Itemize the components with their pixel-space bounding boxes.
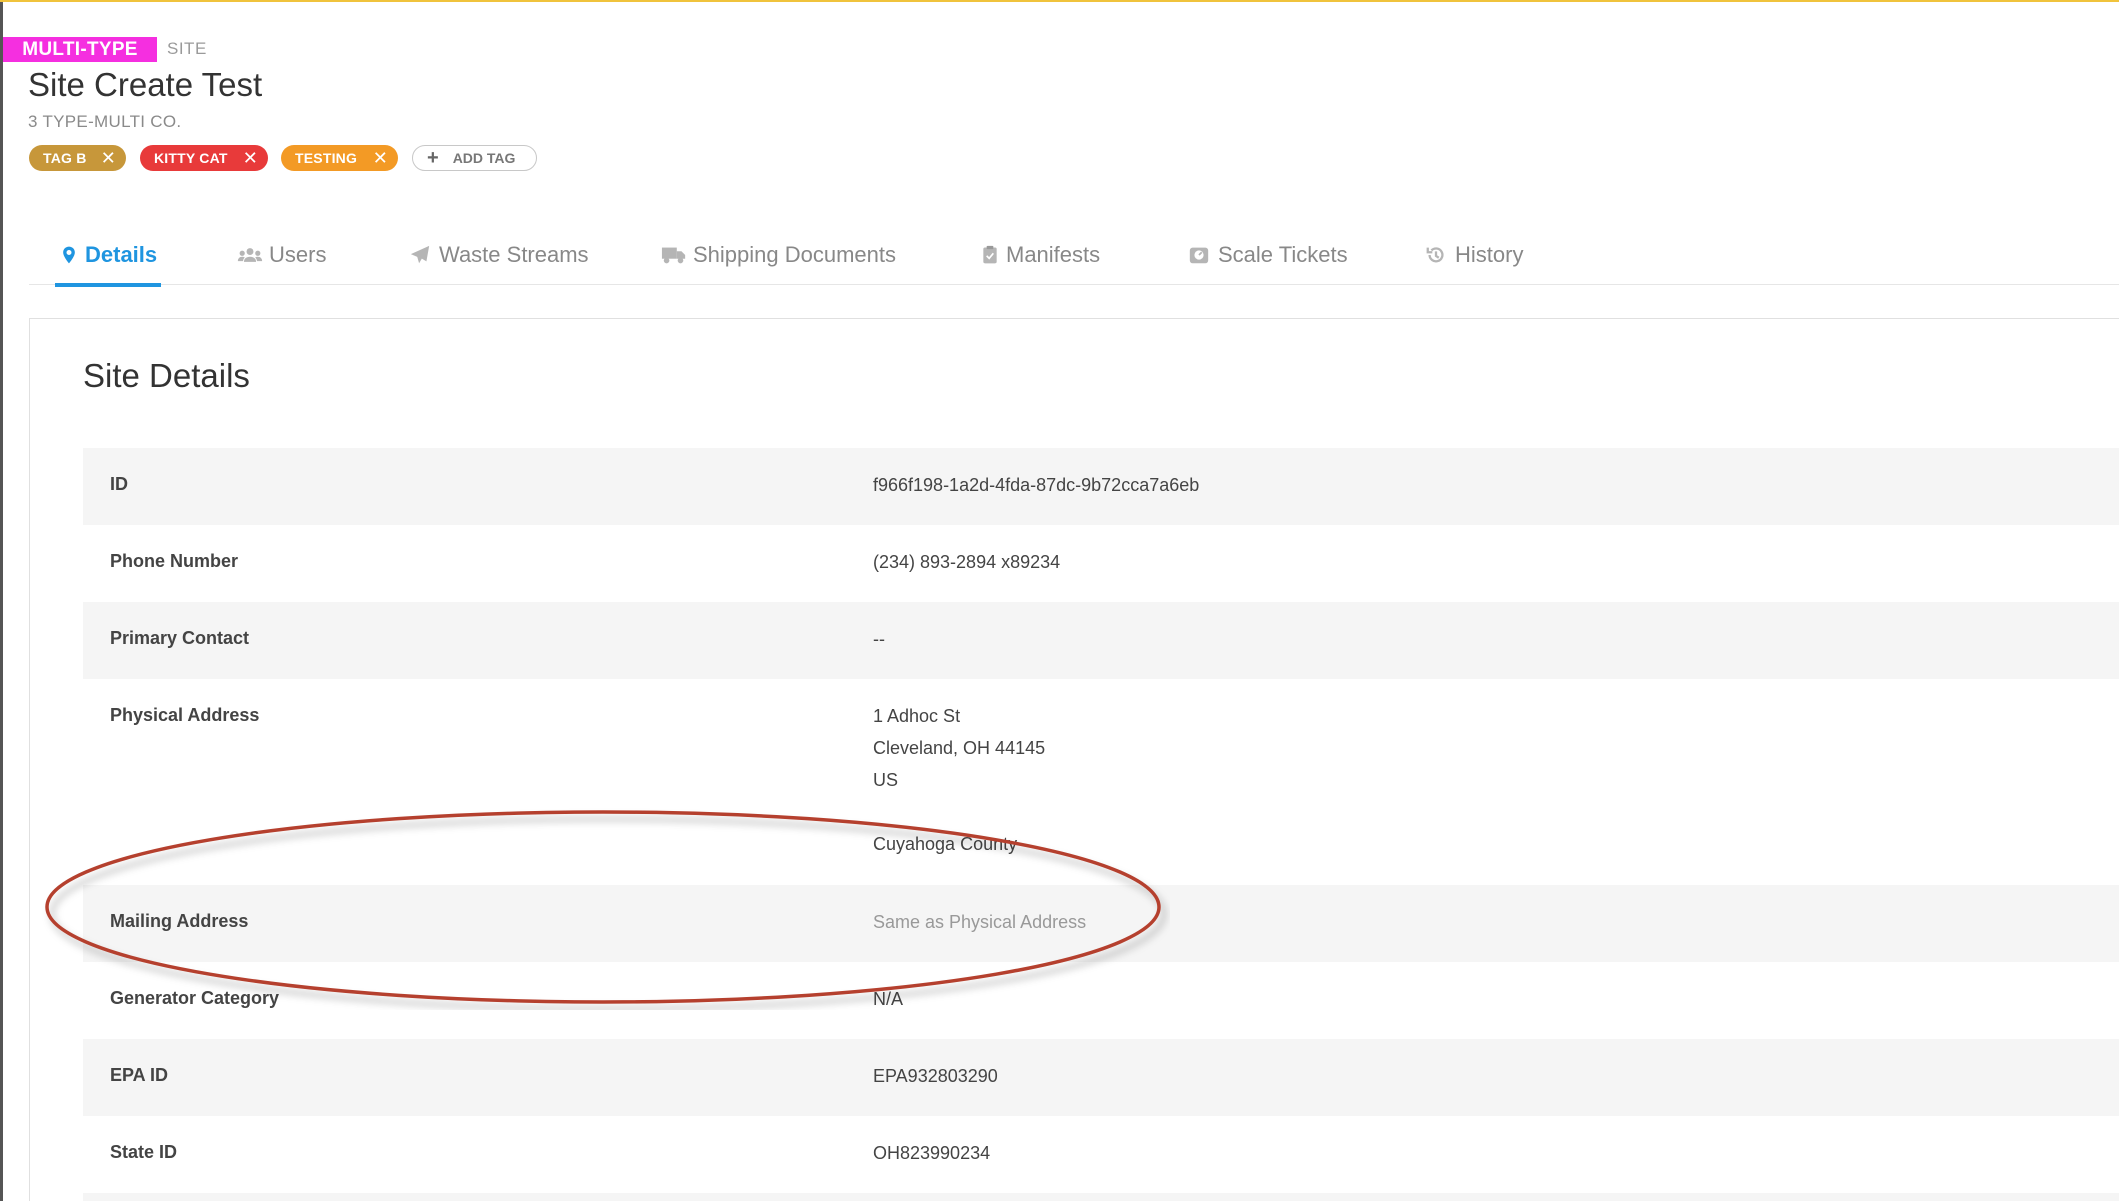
site-details-page: MULTI-TYPE SITE Site Create Test 3 TYPE-… [0,0,2119,1201]
map-pin-icon [63,246,75,264]
tag-chip-tag-b: TAG B ✕ [29,145,126,171]
add-tag-label: ADD TAG [452,150,516,166]
detail-value: OH823990234 [873,1143,991,1163]
detail-row-state-id: State ID OH823990234 [83,1116,2119,1193]
tab-shipping-documents[interactable]: Shipping Documents [661,226,896,284]
truck-icon [661,247,686,264]
detail-label: Phone Number [110,551,239,571]
tag-chip-kitty-cat: KITTY CAT ✕ [140,145,268,171]
tab-details[interactable]: Details [54,226,162,287]
detail-row-phone-number: Phone Number (234) 893-2894 x89234 [83,525,2119,602]
remove-tag-icon[interactable]: ✕ [101,145,116,171]
remove-tag-icon[interactable]: ✕ [243,145,258,171]
detail-label: Physical Address [110,705,260,725]
address-line: Cleveland, OH 44145 [873,738,1046,758]
scale-icon [1189,247,1209,264]
address-line: Cuyahoga County [873,834,1018,854]
detail-label: State ID [110,1142,178,1162]
multi-type-badge: MULTI-TYPE [3,37,157,62]
detail-value: Same as Physical Address [873,912,1087,932]
detail-label: Mailing Address [110,911,249,931]
detail-value: N/A [873,989,904,1009]
tag-chip-testing: TESTING ✕ [281,145,398,171]
detail-row-epa-id: EPA ID EPA932803290 [83,1039,2119,1116]
tab-label: Manifests [1006,242,1101,267]
tag-label: KITTY CAT [154,150,228,166]
detail-row-id: ID f966f198-1a2d-4fda-87dc-9b72cca7a6eb [83,448,2119,525]
add-tag-button[interactable]: + ADD TAG [412,145,537,171]
tab-label: Shipping Documents [693,242,897,267]
tab-waste-streams[interactable]: Waste Streams [407,226,589,284]
detail-row-generator-category: Generator Category N/A [83,962,2119,1039]
tab-history[interactable]: History [1423,226,1523,284]
tab-label: Scale Tickets [1218,242,1348,267]
users-icon [237,248,263,262]
detail-row-mailing-address: Mailing Address Same as Physical Address [83,885,2119,962]
detail-row-primary-contact: Primary Contact -- [83,602,2119,679]
address-line: 1 Adhoc St [873,706,961,726]
clipboard-check-icon [983,245,997,264]
entity-type-label: SITE [167,39,207,58]
detail-label: Primary Contact [110,628,250,648]
detail-row-next [83,1193,2119,1201]
tag-label: TESTING [295,150,358,166]
tag-label: TAG B [43,150,87,166]
tab-label: History [1455,242,1524,267]
tab-label: Users [269,242,327,267]
history-icon [1426,247,1444,263]
tab-label: Waste Streams [439,242,589,267]
detail-value: -- [873,629,885,649]
page-title: Site Create Test [28,66,263,103]
plus-icon: + [427,146,439,169]
detail-label: EPA ID [110,1065,169,1085]
tab-label: Details [85,242,158,267]
address-line: US [873,770,899,790]
detail-row-physical-address: Physical Address 1 Adhoc St Cleveland, O… [83,679,2119,885]
paper-plane-icon [410,245,430,264]
tab-scale-tickets[interactable]: Scale Tickets [1186,226,1348,284]
top-accent-rule [0,0,2119,2]
detail-label: ID [110,474,128,494]
tab-bar: Details Users Waste Streams Shipping Doc… [29,226,2119,287]
detail-value: f966f198-1a2d-4fda-87dc-9b72cca7a6eb [873,475,1200,495]
tab-manifests[interactable]: Manifests [980,226,1100,284]
detail-label: Generator Category [110,988,280,1008]
window-left-edge [0,0,3,1201]
card-title: Site Details [83,357,250,394]
detail-value: EPA932803290 [873,1066,998,1086]
company-name[interactable]: 3 TYPE-MULTI CO. [28,112,181,132]
detail-value: (234) 893-2894 x89234 [873,552,1061,572]
remove-tag-icon[interactable]: ✕ [373,145,388,171]
tab-users[interactable]: Users [237,226,326,284]
